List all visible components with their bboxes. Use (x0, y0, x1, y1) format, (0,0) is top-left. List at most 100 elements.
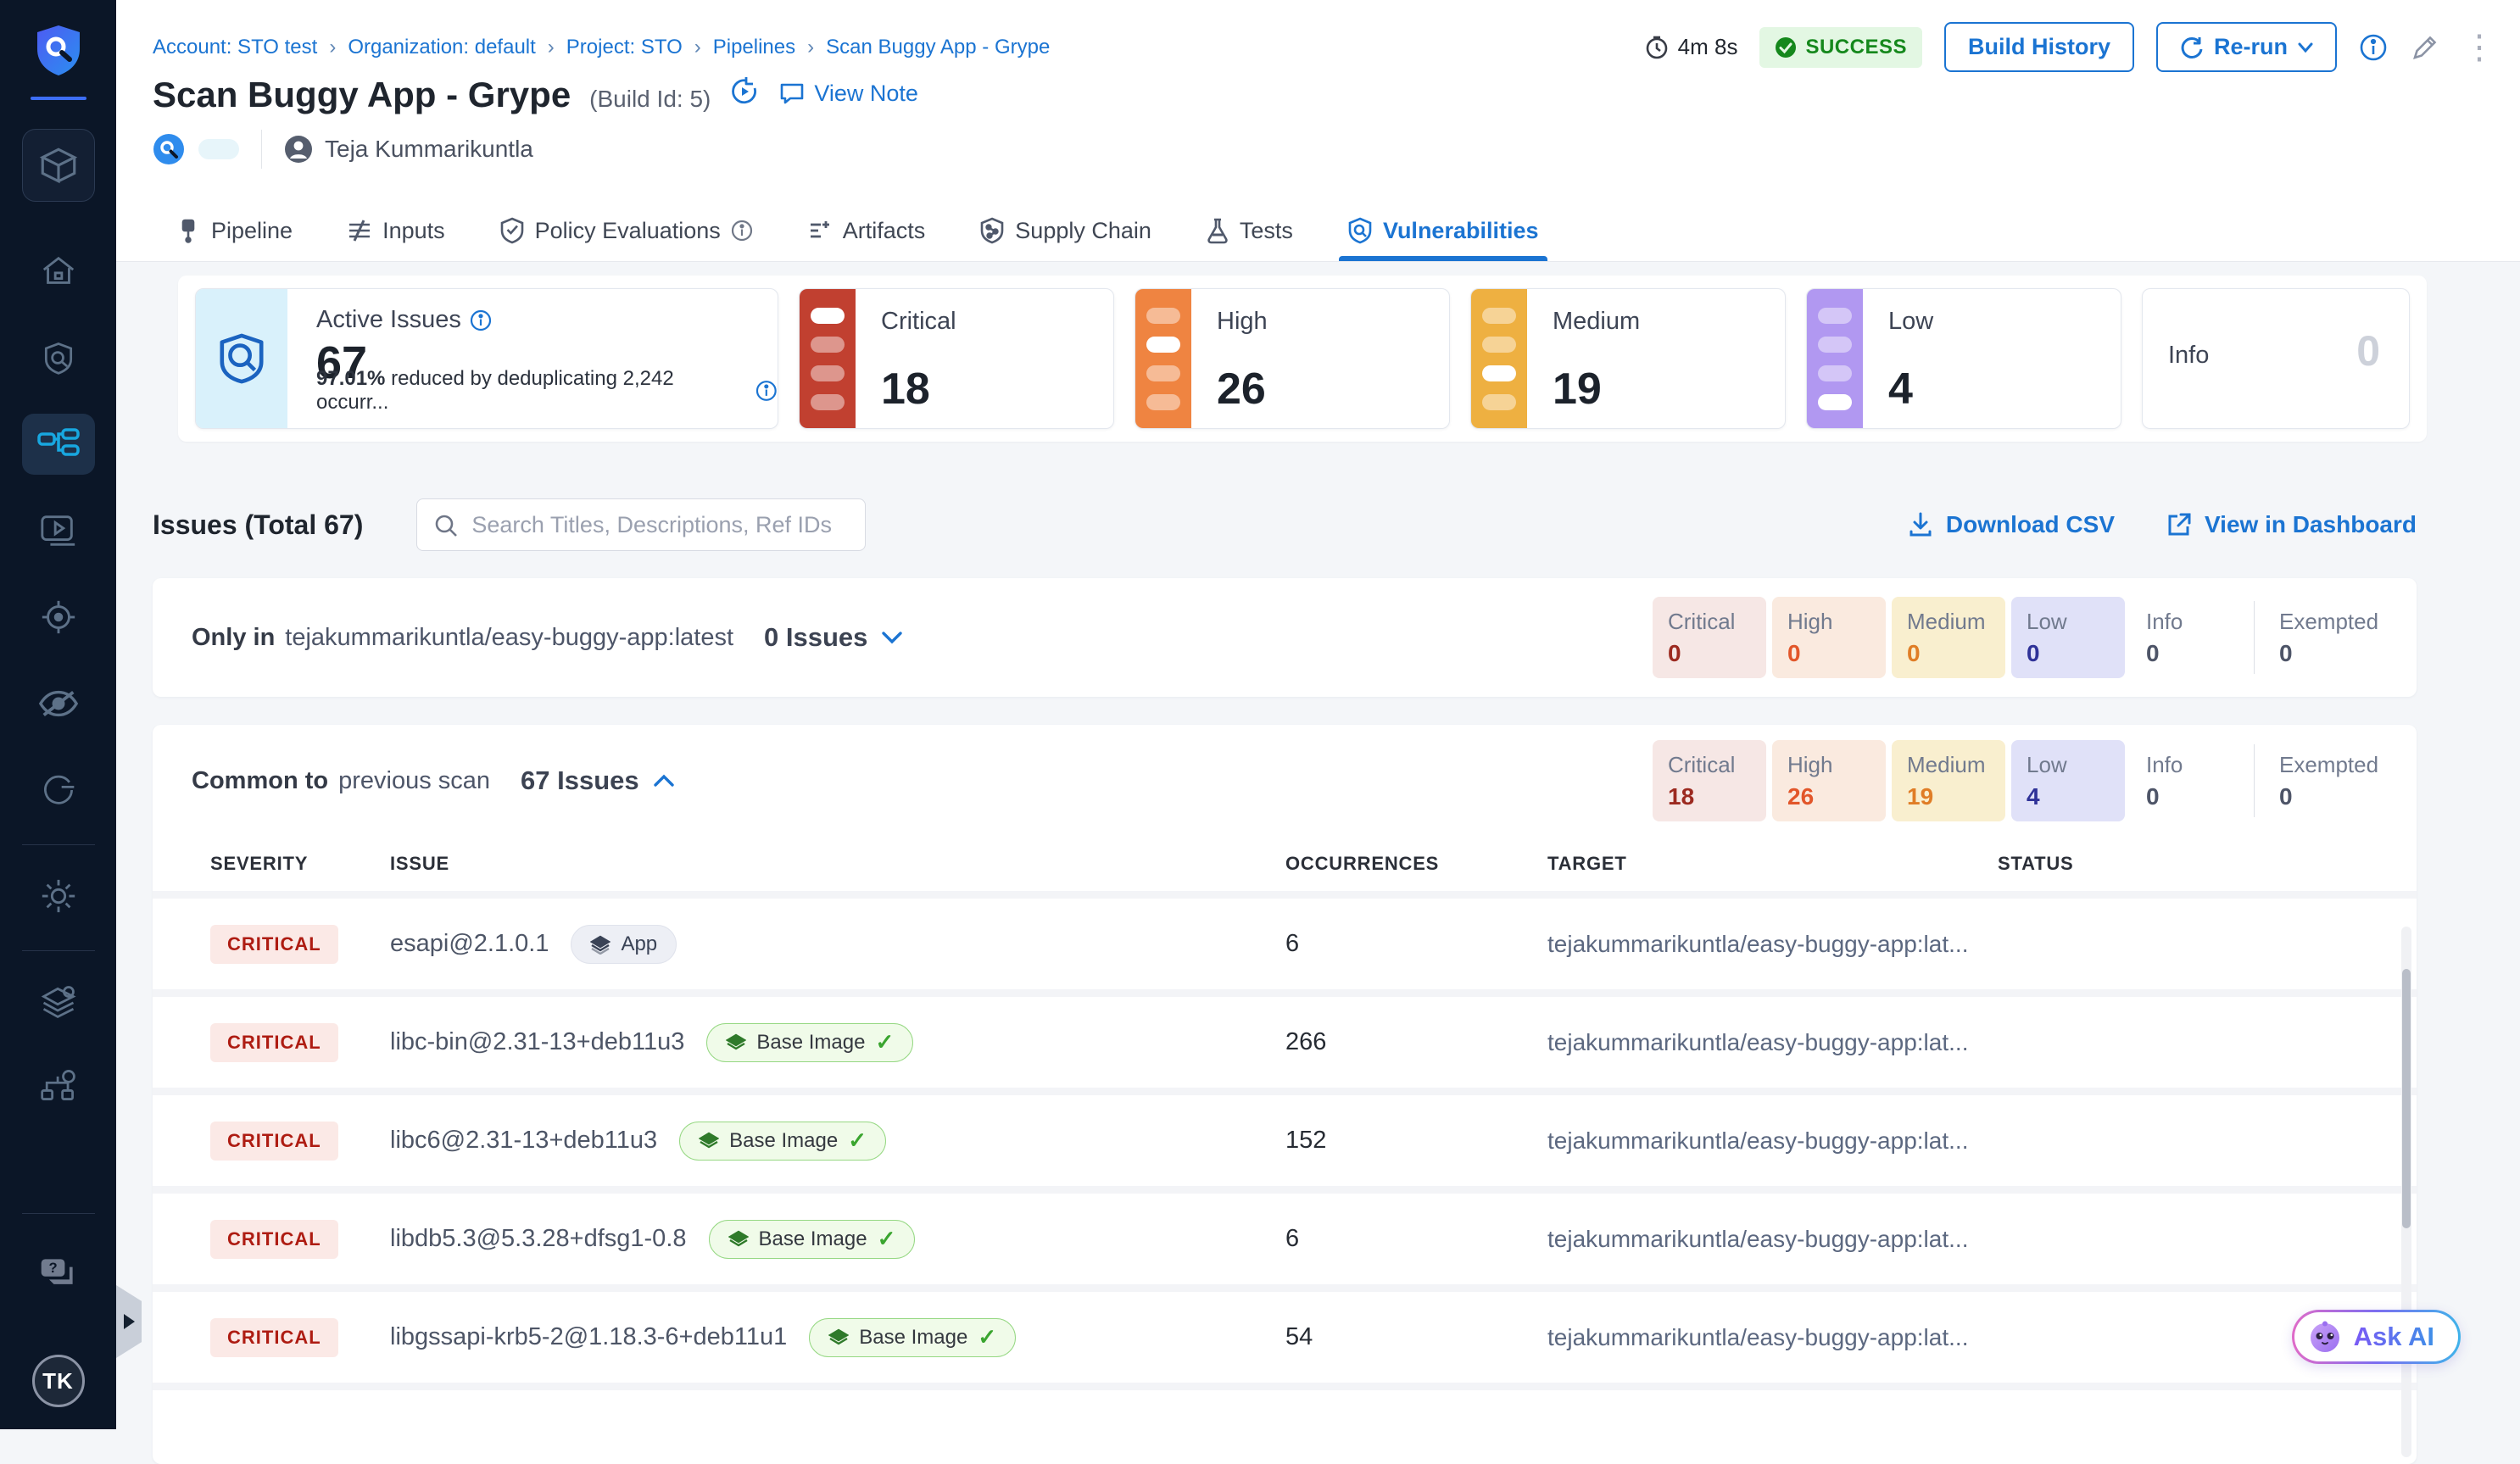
base-image-badge: Base Image ✓ (679, 1122, 886, 1161)
table-row[interactable]: CRITICAL libc-bin@2.31-13+deb11u3 Base I… (153, 997, 2417, 1088)
rerun-icon (2180, 36, 2204, 59)
vulnerability-summary-cards: Active Issues 67 97.01% reduced by dedup… (178, 276, 2427, 442)
module-selector-button[interactable] (22, 129, 95, 202)
build-history-button[interactable]: Build History (1944, 22, 2134, 72)
critical-card[interactable]: Critical 18 (799, 288, 1114, 429)
info-count: 0 (2356, 326, 2380, 376)
build-id-label: (Build Id: 5) (589, 86, 711, 113)
sidebar-item-scans[interactable] (22, 327, 95, 388)
breadcrumb-org[interactable]: Organization: default (348, 36, 535, 59)
layers-icon (828, 1328, 849, 1348)
table-row[interactable]: CRITICAL libgssapi-krb5-2@1.18.3-6+deb11… (153, 1292, 2417, 1383)
breadcrumb-separator-icon: › (548, 36, 555, 59)
severity-badge: CRITICAL (210, 925, 338, 964)
sidebar-item-settings[interactable] (22, 866, 95, 927)
sidebar-divider-3 (22, 1213, 95, 1214)
replay-build-button[interactable] (729, 76, 760, 107)
issue-name[interactable]: libgssapi-krb5-2@1.18.3-6+deb11u1 (390, 1323, 787, 1351)
table-row[interactable]: CRITICAL esapi@2.1.0.1 App 6 tejakummari… (153, 899, 2417, 989)
comment-icon (778, 80, 806, 107)
shield-search-icon (217, 332, 266, 385)
breadcrumb-current[interactable]: Scan Buggy App - Grype (826, 36, 1050, 59)
sidebar-item-exemptions[interactable] (22, 673, 95, 734)
table-row[interactable]: CRITICAL libdb5.3@5.3.28+dfsg1-0.8 Base … (153, 1194, 2417, 1284)
download-csv-button[interactable]: Download CSV (1907, 511, 2115, 538)
info-card[interactable]: Info 0 (2142, 288, 2410, 429)
sidebar-item-pipelines[interactable] (22, 414, 95, 475)
common-count-toggle[interactable]: 67 Issues (521, 765, 675, 796)
rerun-info-button[interactable] (2359, 33, 2388, 62)
user-avatar[interactable]: TK (32, 1355, 85, 1407)
tab-supply-chain[interactable]: Supply Chain (976, 203, 1155, 261)
check-icon: ✓ (978, 1324, 996, 1350)
low-strip (1807, 289, 1863, 428)
gear-icon (39, 877, 78, 916)
issue-name[interactable]: libc-bin@2.31-13+deb11u3 (390, 1028, 684, 1056)
active-issues-info-icon[interactable] (470, 309, 492, 331)
sidebar-item-org-setup[interactable] (22, 1055, 95, 1116)
common-severity-chips: Critical18 High26 Medium19 Low4 Info0 Ex… (1653, 740, 2378, 821)
view-in-dashboard-button[interactable]: View in Dashboard (2166, 511, 2417, 538)
tab-inputs[interactable]: Inputs (343, 203, 449, 261)
critical-count: 18 (881, 364, 930, 415)
issue-name[interactable]: libdb5.3@5.3.28+dfsg1-0.8 (390, 1225, 687, 1253)
sidebar-item-home[interactable] (22, 241, 95, 302)
sidebar-item-project-setup[interactable] (22, 971, 95, 1033)
rerun-button[interactable]: Re-run (2156, 22, 2337, 72)
table-row[interactable]: CRITICAL libc6@2.31-13+deb11u3 Base Imag… (153, 1095, 2417, 1186)
issue-name[interactable]: libc6@2.31-13+deb11u3 (390, 1127, 657, 1155)
active-issues-card[interactable]: Active Issues 67 97.01% reduced by dedup… (195, 288, 778, 429)
low-label: Low (1888, 308, 1933, 336)
check-icon: ✓ (848, 1127, 867, 1154)
dedup-info-icon[interactable] (755, 380, 778, 402)
issue-name[interactable]: esapi@2.1.0.1 (390, 930, 549, 958)
chip-low: Low0 (2011, 597, 2125, 678)
network-gear-icon (39, 1066, 78, 1104)
edit-pipeline-button[interactable] (2410, 32, 2440, 63)
chevron-down-icon (881, 631, 903, 644)
view-note-link[interactable]: View Note (778, 80, 918, 107)
sidebar-item-help[interactable]: ? (22, 1243, 95, 1304)
tab-pipeline[interactable]: Pipeline (172, 203, 296, 261)
breadcrumb-project[interactable]: Project: STO (566, 36, 683, 59)
page-title: Scan Buggy App - Grype (153, 75, 571, 115)
ask-ai-button[interactable]: Ask AI (2292, 1310, 2461, 1364)
sidebar-nav (22, 241, 95, 821)
only-in-text: Only intejakummarikuntla/easy-buggy-app:… (192, 624, 733, 652)
sidebar-divider (22, 844, 95, 845)
breadcrumb-account[interactable]: Account: STO test (153, 36, 317, 59)
medium-card[interactable]: Medium 19 (1470, 288, 1786, 429)
sidebar-expand-handle[interactable] (116, 1285, 142, 1358)
harness-sto-logo-icon[interactable] (31, 22, 86, 78)
stage-status-pill (198, 139, 239, 159)
sidebar-item-gitops[interactable] (22, 760, 95, 821)
tab-artifacts[interactable]: Artifacts (804, 203, 929, 261)
severity-badge: CRITICAL (210, 1023, 338, 1062)
more-options-button[interactable]: ⋮ (2462, 37, 2496, 58)
table-scrollbar[interactable] (2401, 927, 2411, 1457)
scrollbar-thumb[interactable] (2402, 969, 2411, 1228)
breadcrumb-pipelines[interactable]: Pipelines (713, 36, 795, 59)
supply-chain-icon (979, 217, 1005, 244)
search-input[interactable] (416, 498, 866, 551)
tab-policy-evaluations[interactable]: Policy Evaluations (496, 203, 756, 261)
severity-badge: CRITICAL (210, 1220, 338, 1259)
dedup-note: 97.01% reduced by deduplicating 2,242 oc… (316, 367, 778, 415)
only-in-count-toggle[interactable]: 0 Issues (764, 622, 903, 653)
severity-badge: CRITICAL (210, 1318, 338, 1357)
tab-vulnerabilities[interactable]: Vulnerabilities (1344, 203, 1542, 261)
sidebar-admin-group (22, 971, 95, 1116)
sidebar-item-executions[interactable] (22, 500, 95, 561)
high-label: High (1217, 308, 1268, 336)
high-card[interactable]: High 26 (1135, 288, 1450, 429)
base-image-badge: Base Image ✓ (809, 1318, 1016, 1357)
tab-tests[interactable]: Tests (1202, 203, 1296, 261)
target-value: tejakummarikuntla/easy-buggy-app:lat... (1547, 1226, 1998, 1253)
row-divider (153, 891, 2417, 899)
medium-strip (1471, 289, 1527, 428)
sidebar-item-targets[interactable] (22, 587, 95, 648)
breadcrumb: Account: STO test › Organization: defaul… (153, 36, 1050, 59)
common-text: Common toprevious scan (192, 767, 490, 795)
low-card[interactable]: Low 4 (1806, 288, 2121, 429)
caret-down-icon (2298, 42, 2313, 53)
